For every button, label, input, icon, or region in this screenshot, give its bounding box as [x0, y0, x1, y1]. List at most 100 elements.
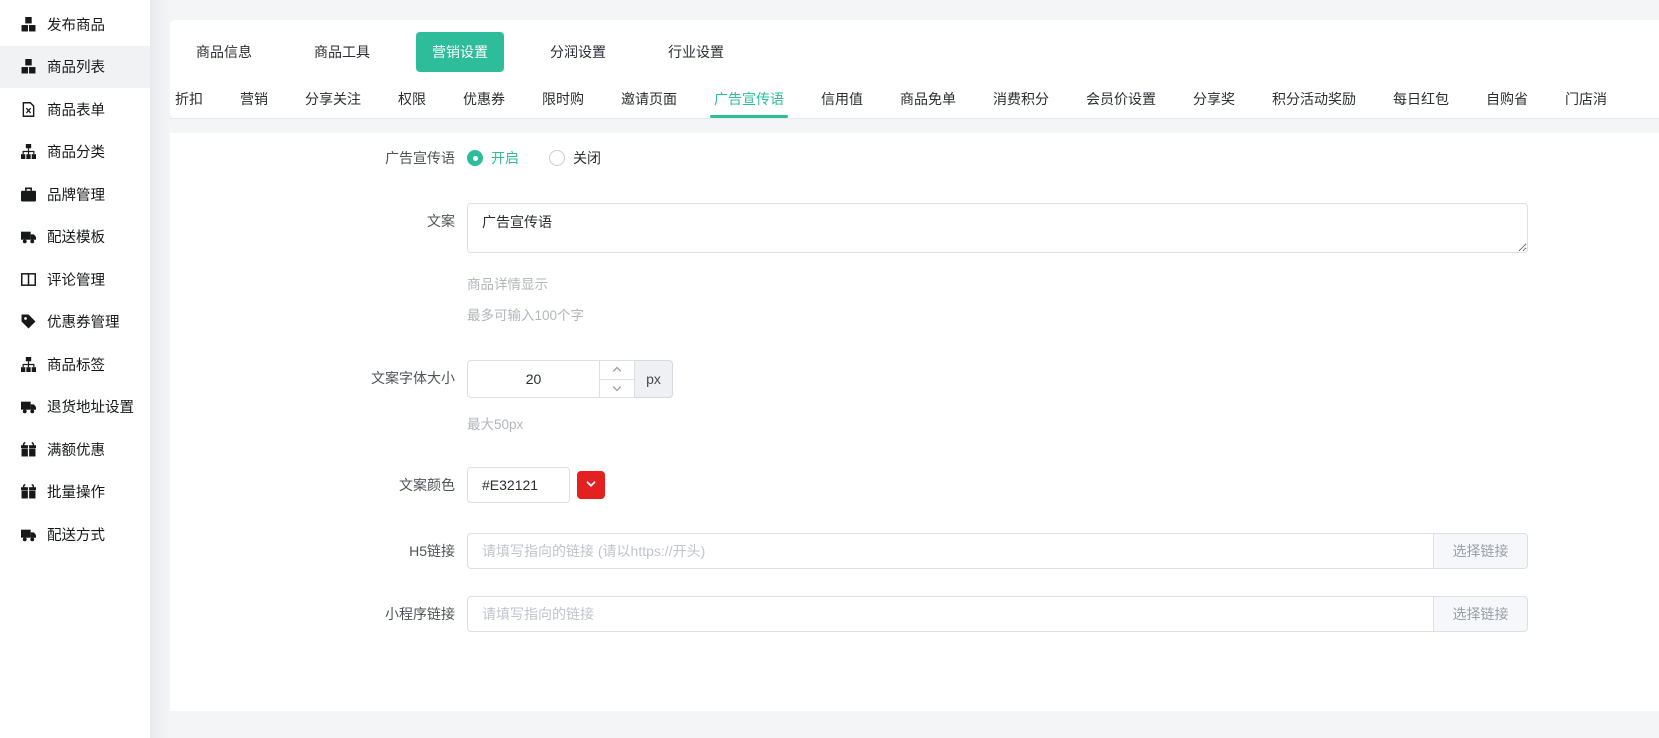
mini-program-link-input[interactable] [467, 596, 1434, 632]
h5-link-input[interactable] [467, 533, 1434, 569]
subtab-credit-value[interactable]: 信用值 [821, 80, 863, 118]
copy-label: 文案 [170, 203, 467, 239]
px-unit-suffix: px [635, 360, 673, 398]
primary-tabs: 商品信息 商品工具 营销设置 分润设置 行业设置 [170, 32, 1659, 80]
radio-selected-icon [467, 150, 483, 166]
sidebar-item-label: 批量操作 [47, 481, 105, 502]
subtab-marketing[interactable]: 营销 [240, 80, 268, 118]
copy-help-display: 商品详情显示 [467, 273, 1528, 293]
stepper-down-button[interactable] [600, 379, 634, 398]
sidebar-item-delivery-method[interactable]: 配送方式 [0, 513, 150, 556]
sidebar-item-label: 优惠券管理 [47, 311, 120, 332]
font-size-label: 文案字体大小 [170, 360, 467, 396]
sidebar-content-divider [150, 0, 170, 738]
ad-slogan-row: 广告宣传语 开启 关闭 [170, 147, 1659, 169]
tag-icon [21, 314, 36, 329]
tab-profit-settings[interactable]: 分润设置 [534, 32, 622, 72]
truck-icon [21, 399, 36, 414]
font-size-row: 文案字体大小 px 最大50px [170, 360, 1659, 433]
h5-select-link-button[interactable]: 选择链接 [1433, 533, 1528, 569]
file-x-icon [21, 102, 36, 117]
tab-industry-settings[interactable]: 行业设置 [652, 32, 740, 72]
mini-program-select-link-button[interactable]: 选择链接 [1433, 596, 1528, 632]
sidebar-item-delivery-template[interactable]: 配送模板 [0, 216, 150, 259]
subtab-self-purchase-save[interactable]: 自购省 [1486, 80, 1528, 118]
sidebar-item-label: 退货地址设置 [47, 396, 134, 417]
mini-program-link-label: 小程序链接 [170, 596, 467, 632]
sidebar-item-label: 配送方式 [47, 524, 105, 545]
subtab-permissions[interactable]: 权限 [398, 80, 426, 118]
subtab-product-free[interactable]: 商品免单 [900, 80, 956, 118]
sitemap-icon [21, 144, 36, 159]
sidebar-item-coupon-management[interactable]: 优惠券管理 [0, 301, 150, 344]
sidebar-item-label: 品牌管理 [47, 184, 105, 205]
sidebar-item-label: 商品表单 [47, 99, 105, 120]
sidebar-item-return-address-settings[interactable]: 退货地址设置 [0, 386, 150, 429]
sidebar-item-brand-management[interactable]: 品牌管理 [0, 173, 150, 216]
subtab-flash-sale[interactable]: 限时购 [542, 80, 584, 118]
subtab-share-follow[interactable]: 分享关注 [305, 80, 361, 118]
ad-slogan-label: 广告宣传语 [170, 147, 467, 169]
gift-icon [21, 484, 36, 499]
subtab-member-price[interactable]: 会员价设置 [1086, 80, 1156, 118]
copy-textarea[interactable]: 广告宣传语 [467, 203, 1528, 253]
chevron-down-icon [585, 478, 597, 493]
subtab-discount[interactable]: 折扣 [175, 80, 203, 118]
h5-link-label: H5链接 [170, 533, 467, 569]
briefcase-icon [21, 187, 36, 202]
font-size-stepper: px [467, 360, 673, 398]
sidebar-item-label: 发布商品 [47, 14, 105, 35]
color-label: 文案颜色 [170, 467, 467, 503]
gift-icon [21, 442, 36, 457]
columns-icon [21, 272, 36, 287]
sidebar-item-product-category[interactable]: 商品分类 [0, 131, 150, 174]
sidebar-item-label: 商品分类 [47, 141, 105, 162]
font-size-input[interactable] [467, 360, 600, 398]
color-picker-button[interactable] [577, 471, 605, 499]
sidebar-item-label: 商品列表 [47, 56, 105, 77]
sidebar-item-product-form[interactable]: 商品表单 [0, 88, 150, 131]
sidebar: 发布商品 商品列表 商品表单 商品分类 品牌管理 配送模板 评论管理 优惠券管理… [0, 0, 150, 738]
subtab-daily-red-packet[interactable]: 每日红包 [1393, 80, 1449, 118]
sidebar-item-label: 商品标签 [47, 354, 105, 375]
main-content: 商品信息 商品工具 营销设置 分润设置 行业设置 折扣 营销 分享关注 权限 优… [170, 0, 1659, 738]
color-row: 文案颜色 [170, 467, 1659, 503]
radio-off[interactable]: 关闭 [549, 148, 601, 168]
font-size-help: 最大50px [467, 413, 673, 433]
radio-unselected-icon [549, 150, 565, 166]
subtab-share-reward[interactable]: 分享奖 [1193, 80, 1235, 118]
copy-row: 文案 广告宣传语 商品详情显示 最多可输入100个字 [170, 203, 1659, 324]
sidebar-item-batch-operations[interactable]: 批量操作 [0, 471, 150, 514]
subtab-store-consumption[interactable]: 门店消 [1565, 80, 1607, 118]
sidebar-item-publish-product[interactable]: 发布商品 [0, 3, 150, 46]
subtab-consumption-points[interactable]: 消费积分 [993, 80, 1049, 118]
color-hex-input[interactable] [467, 467, 570, 503]
subtab-coupon[interactable]: 优惠券 [463, 80, 505, 118]
sidebar-item-product-tags[interactable]: 商品标签 [0, 343, 150, 386]
h5-link-row: H5链接 选择链接 [170, 533, 1659, 569]
sidebar-item-label: 评论管理 [47, 269, 105, 290]
sidebar-item-label: 满额优惠 [47, 439, 105, 460]
cubes-icon [21, 59, 36, 74]
tabs-card: 商品信息 商品工具 营销设置 分润设置 行业设置 折扣 营销 分享关注 权限 优… [170, 20, 1659, 119]
stepper-up-button[interactable] [600, 361, 634, 379]
ad-slogan-radio-group: 开启 关闭 [467, 147, 631, 169]
tab-product-info[interactable]: 商品信息 [180, 32, 268, 72]
subtab-ad-slogan[interactable]: 广告宣传语 [714, 80, 784, 118]
truck-icon [21, 229, 36, 244]
sidebar-item-product-list[interactable]: 商品列表 [0, 46, 150, 89]
form-card: 广告宣传语 开启 关闭 文案 广告宣传语 商品详情显示 最多可输入100个字 [170, 133, 1659, 711]
copy-help-maxlength: 最多可输入100个字 [467, 304, 1528, 324]
truck-icon [21, 527, 36, 542]
radio-on-label: 开启 [491, 148, 519, 168]
subtab-points-activity-reward[interactable]: 积分活动奖励 [1272, 80, 1356, 118]
tab-marketing-settings[interactable]: 营销设置 [416, 32, 504, 72]
sidebar-item-full-amount-discount[interactable]: 满额优惠 [0, 428, 150, 471]
tab-product-tools[interactable]: 商品工具 [298, 32, 386, 72]
sidebar-item-comment-management[interactable]: 评论管理 [0, 258, 150, 301]
cubes-icon [21, 17, 36, 32]
sitemap-icon [21, 357, 36, 372]
radio-on[interactable]: 开启 [467, 148, 519, 168]
subtab-invite-page[interactable]: 邀请页面 [621, 80, 677, 118]
mini-program-link-row: 小程序链接 选择链接 [170, 596, 1659, 632]
